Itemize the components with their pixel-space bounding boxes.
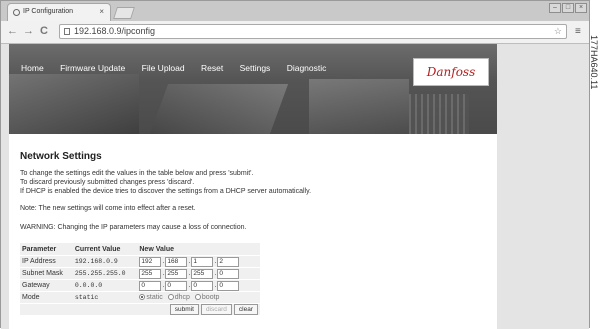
window-minimize-button[interactable]: – (549, 3, 561, 13)
forward-arrow-icon[interactable]: → (23, 25, 34, 37)
radio-dhcp[interactable] (167, 294, 174, 301)
browser-menu-icon[interactable]: ≡ (575, 26, 581, 37)
current-value: 0.0.0.0 (72, 279, 138, 292)
nav-item-file-upload[interactable]: File Upload (142, 63, 185, 73)
new-value-cell: 0.0.0.0 (137, 279, 260, 292)
tab-close-icon[interactable]: × (99, 7, 104, 16)
ip-octet-input[interactable]: 2 (217, 256, 240, 267)
current-value: static (72, 291, 138, 304)
current-value: 255.255.255.0 (72, 267, 138, 280)
figure-code: 177HA640.11 (588, 30, 600, 170)
banner-image-shape (409, 94, 469, 134)
gateway-octet-input[interactable]: 0 (217, 280, 240, 291)
page-title: Network Settings (20, 151, 102, 162)
subnet-octet-input[interactable]: 255 (165, 268, 188, 279)
param-name: Subnet Mask (20, 267, 73, 280)
radio-label: bootp (201, 294, 220, 301)
button-row: submit discard clear (20, 303, 260, 315)
browser-toolbar: ← → C 192.168.0.9/ipconfig ☆ ≡ (1, 21, 589, 44)
intro-text: To discard previously submitted changes … (20, 179, 195, 186)
ip-settings-table: Parameter Current Value New Value IP Add… (20, 243, 260, 315)
warning-text: WARNING: Changing the IP parameters may … (20, 224, 247, 231)
table-row: Subnet Mask 255.255.255.0 255. 255. 255. 0 (20, 267, 260, 280)
page-favicon-icon (13, 9, 20, 16)
subnet-octet-input[interactable]: 255 (139, 268, 162, 279)
web-page: Home Firmware Update File Upload Reset S… (9, 44, 497, 329)
new-value-cell: 192. 168. 1. 2 (137, 255, 260, 268)
param-name: Mode (20, 291, 73, 304)
gateway-octet-input[interactable]: 0 (165, 280, 188, 291)
address-url: 192.168.0.9/ipconfig (74, 26, 156, 36)
address-bar[interactable]: 192.168.0.9/ipconfig ☆ (59, 24, 567, 39)
table-row: IP Address 192.168.0.9 192. 168. 1. 2 (20, 255, 260, 268)
radio-bootp[interactable] (194, 294, 201, 301)
page-icon (64, 28, 70, 35)
subnet-octet-input[interactable]: 255 (191, 268, 214, 279)
nav-item-firmware-update[interactable]: Firmware Update (60, 63, 125, 73)
radio-label: dhcp (174, 294, 190, 301)
back-arrow-icon[interactable]: ← (7, 25, 18, 37)
table-header-row: Parameter Current Value New Value (20, 243, 260, 256)
window-close-button[interactable]: × (575, 3, 587, 13)
tab-title: IP Configuration (23, 8, 74, 15)
subnet-octet-input[interactable]: 0 (217, 268, 240, 279)
column-header: New Value (137, 243, 260, 256)
browser-tab[interactable]: IP Configuration × (7, 3, 111, 21)
radio-static[interactable] (139, 294, 146, 301)
table-row: Mode static static dhcp bootp (20, 291, 260, 304)
param-name: Gateway (20, 279, 73, 292)
table-row: submit discard clear (20, 303, 260, 315)
banner-image-shape (149, 84, 289, 134)
window-maximize-button[interactable]: □ (562, 3, 574, 13)
intro-text: If DHCP is enabled the device tries to d… (20, 188, 312, 195)
intro-text: To change the settings edit the values i… (20, 170, 254, 177)
clear-button[interactable]: clear (233, 304, 258, 315)
gateway-octet-input[interactable]: 0 (191, 280, 214, 291)
banner-image-shape (9, 74, 139, 134)
figure-code-label: 177HA640.11 (589, 35, 599, 90)
browser-viewport: Home Firmware Update File Upload Reset S… (1, 44, 589, 329)
ip-octet-input[interactable]: 1 (191, 256, 214, 267)
reload-icon[interactable]: C (40, 25, 48, 37)
tab-strip: IP Configuration × – □ × (1, 1, 589, 21)
submit-button[interactable]: submit (169, 304, 199, 315)
mode-options: static dhcp bootp (137, 291, 260, 304)
column-header: Current Value (72, 243, 138, 256)
header-banner: Home Firmware Update File Upload Reset S… (9, 44, 497, 134)
new-value-cell: 255. 255. 255. 0 (137, 267, 260, 280)
browser-window: IP Configuration × – □ × ← → C 192.168.0… (0, 0, 590, 329)
note-text: Note: The new settings will come into ef… (20, 205, 196, 212)
banner-image-shape (309, 79, 409, 134)
column-header: Parameter (20, 243, 73, 256)
nav-item-reset[interactable]: Reset (201, 63, 223, 73)
ip-octet-input[interactable]: 192 (139, 256, 162, 267)
bookmark-star-icon[interactable]: ☆ (554, 26, 562, 37)
nav-item-diagnostic[interactable]: Diagnostic (287, 63, 327, 73)
ip-octet-input[interactable]: 168 (165, 256, 188, 267)
gateway-octet-input[interactable]: 0 (139, 280, 162, 291)
nav-item-settings[interactable]: Settings (240, 63, 271, 73)
discard-button[interactable]: discard (200, 304, 232, 315)
current-value: 192.168.0.9 (72, 255, 138, 268)
radio-label: static (146, 294, 163, 301)
param-name: IP Address (20, 255, 73, 268)
nav-item-home[interactable]: Home (21, 63, 44, 73)
danfoss-logo: Danfoss (413, 58, 489, 86)
main-nav: Home Firmware Update File Upload Reset S… (21, 63, 340, 73)
table-row: Gateway 0.0.0.0 0.0.0.0 (20, 279, 260, 292)
new-tab-button[interactable] (113, 7, 135, 19)
